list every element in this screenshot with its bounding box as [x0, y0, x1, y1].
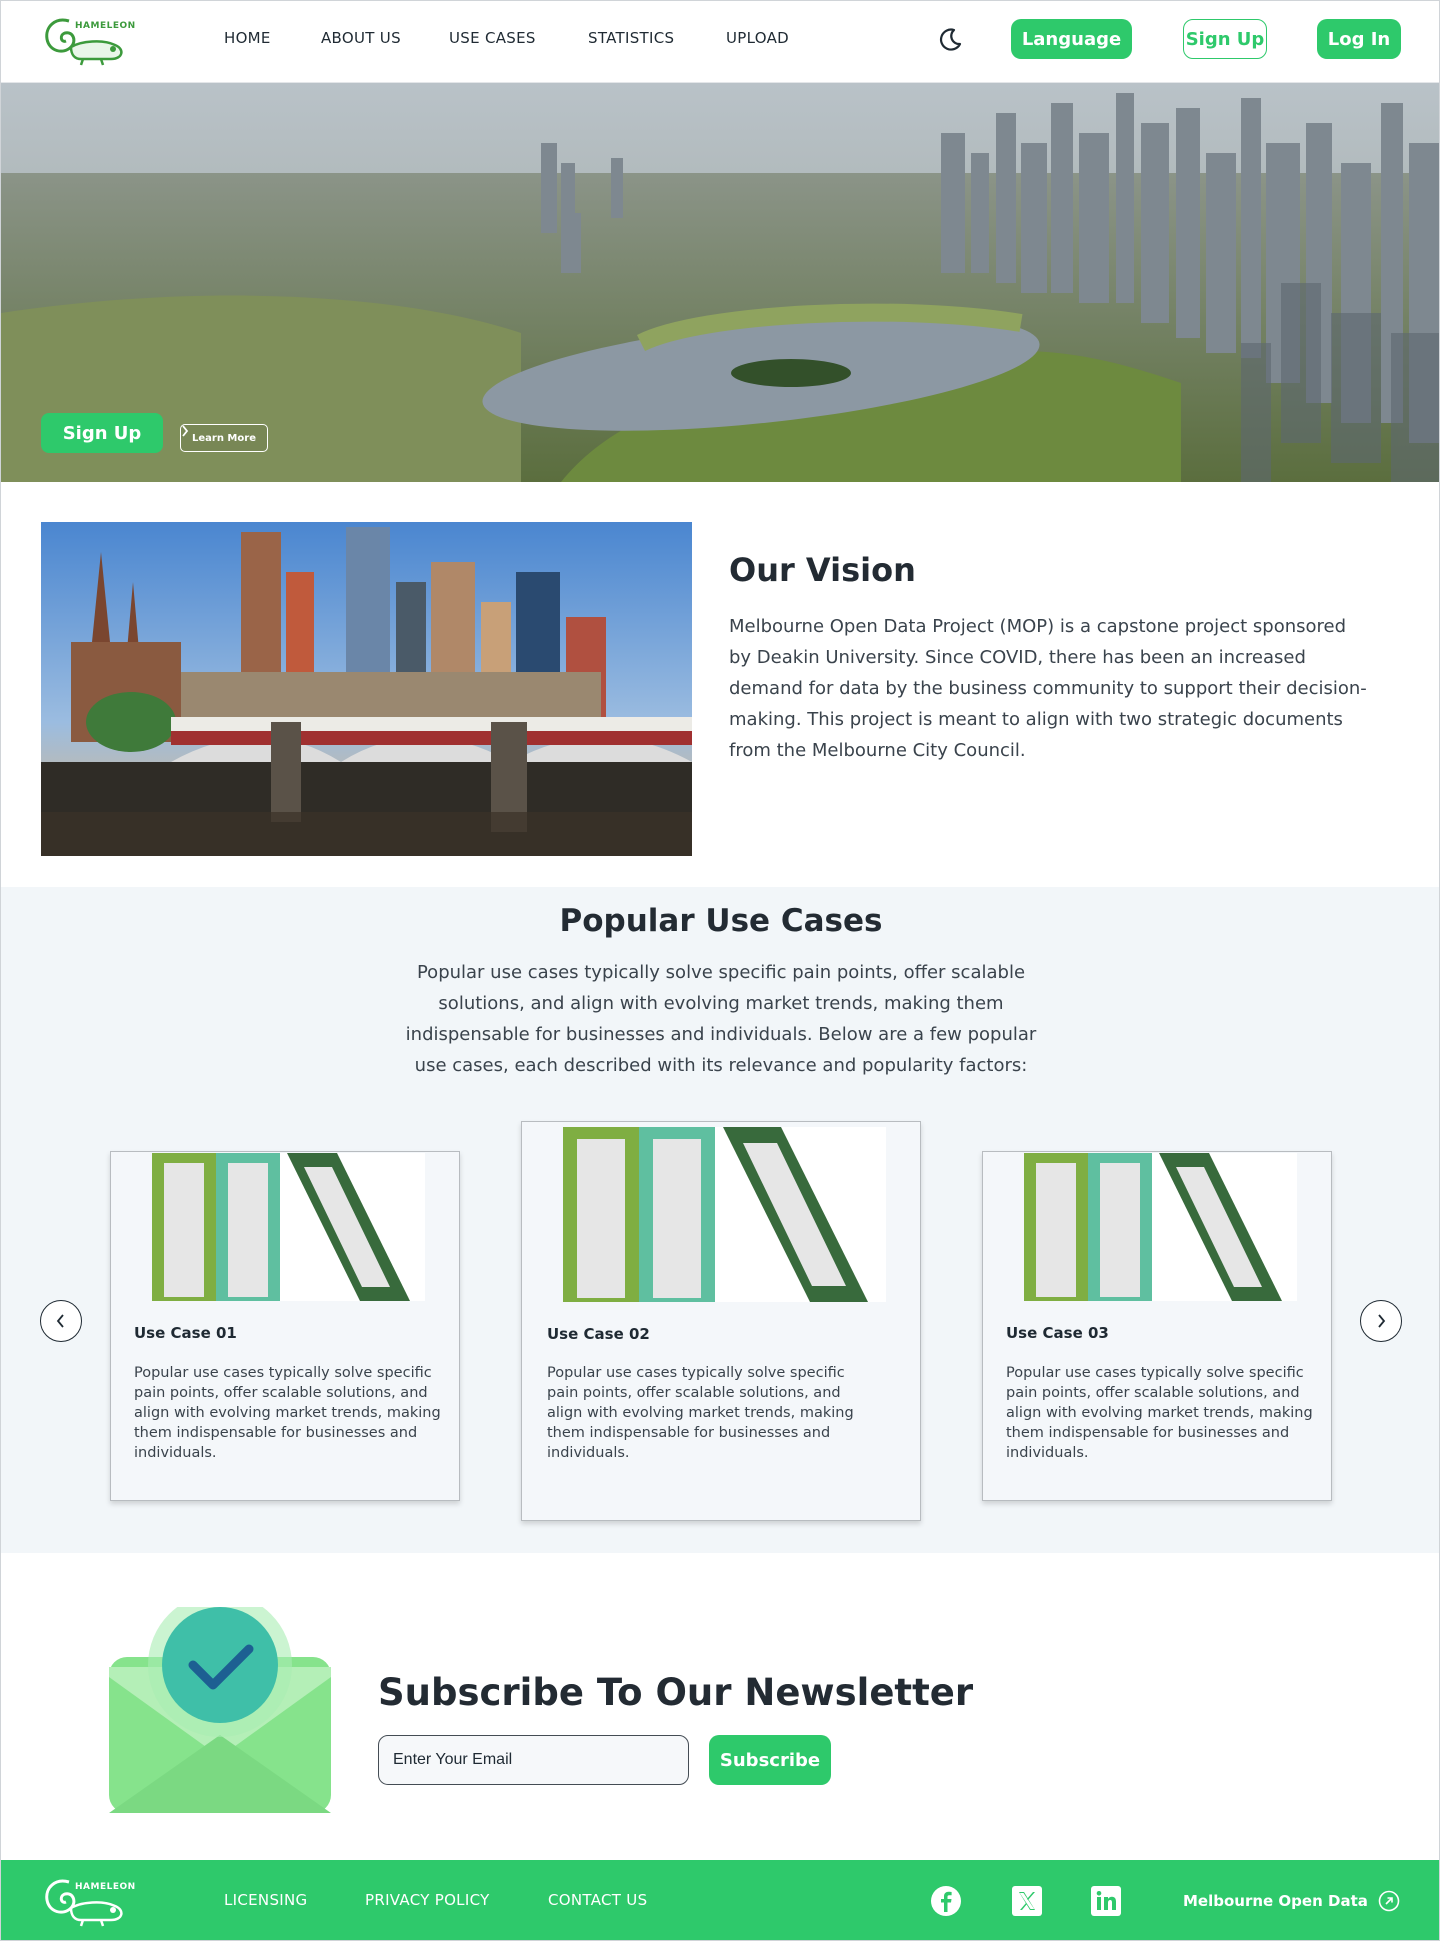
- footer-licensing-link[interactable]: LICENSING: [224, 1891, 307, 1909]
- login-button[interactable]: Log In: [1317, 19, 1401, 59]
- linkedin-link[interactable]: [1090, 1885, 1122, 1917]
- linkedin-icon: [1091, 1886, 1121, 1916]
- footer-logo-text: HAMELEON: [75, 1882, 136, 1892]
- logo-text: HAMELEON: [75, 21, 136, 31]
- use-case-card-1[interactable]: Use Case 01 Popular use cases typically …: [110, 1151, 460, 1501]
- moon-icon: [939, 28, 962, 51]
- melbourne-bridge-image: [41, 522, 692, 856]
- use-case-text: Popular use cases typically solve specif…: [547, 1365, 854, 1461]
- footer-logo[interactable]: HAMELEON: [41, 1872, 137, 1928]
- nav-about-us[interactable]: ABOUT US: [321, 29, 401, 47]
- external-link-icon: [1378, 1890, 1400, 1912]
- vision-title: Our Vision: [729, 551, 916, 589]
- hero-banner: Sign Up Learn More: [1, 83, 1439, 482]
- newsletter-title: Subscribe To Our Newsletter: [378, 1671, 974, 1714]
- melbourne-open-data-link[interactable]: Melbourne Open Data: [1183, 1890, 1400, 1912]
- learn-more-button[interactable]: Learn More: [180, 424, 268, 452]
- hero-signup-button[interactable]: Sign Up: [41, 413, 163, 453]
- use-case-graphic: [563, 1127, 868, 1302]
- language-button[interactable]: Language: [1011, 19, 1132, 59]
- site-logo[interactable]: HAMELEON: [41, 11, 137, 67]
- use-case-card-2[interactable]: Use Case 02 Popular use cases typically …: [521, 1121, 921, 1521]
- facebook-icon: [931, 1886, 961, 1916]
- use-case-title: Use Case 02: [547, 1325, 650, 1343]
- use-case-title: Use Case 01: [134, 1324, 237, 1342]
- newsletter-envelope-icon: [109, 1593, 331, 1813]
- chevron-right-icon: [182, 425, 189, 437]
- theme-toggle[interactable]: [937, 27, 963, 53]
- use-case-graphic: [152, 1153, 410, 1301]
- use-cases-section: Popular Use Cases Popular use cases typi…: [1, 887, 1439, 1553]
- use-case-text: Popular use cases typically solve specif…: [134, 1365, 441, 1461]
- site-header: HAMELEON HOME ABOUT US USE CASES STATIST…: [1, 1, 1439, 83]
- chameleon-logo-icon: [45, 18, 123, 66]
- nav-use-cases[interactable]: USE CASES: [449, 29, 536, 47]
- use-case-image: [563, 1127, 886, 1302]
- chameleon-logo-icon: [45, 1879, 123, 1927]
- carousel-next-button[interactable]: [1360, 1300, 1402, 1342]
- nav-statistics[interactable]: STATISTICS: [588, 29, 674, 47]
- site-footer: HAMELEON LICENSING PRIVACY POLICY CONTAC…: [1, 1860, 1439, 1940]
- use-cases-description: Popular use cases typically solve specif…: [405, 962, 1037, 1076]
- mop-label: Melbourne Open Data: [1183, 1892, 1368, 1910]
- vision-text: Melbourne Open Data Project (MOP) is a c…: [729, 616, 1367, 761]
- footer-contact-link[interactable]: CONTACT US: [548, 1891, 647, 1909]
- nav-upload[interactable]: UPLOAD: [726, 29, 789, 47]
- use-case-card-3[interactable]: Use Case 03 Popular use cases typically …: [982, 1151, 1332, 1501]
- chevron-left-icon: [56, 1314, 64, 1328]
- use-cases-title: Popular Use Cases: [559, 903, 883, 939]
- use-case-title: Use Case 03: [1006, 1324, 1109, 1342]
- x-link[interactable]: [1011, 1885, 1043, 1917]
- x-icon: [1012, 1886, 1042, 1916]
- use-case-text: Popular use cases typically solve specif…: [1006, 1365, 1313, 1461]
- use-case-image: [152, 1153, 425, 1301]
- vision-image: [41, 522, 692, 856]
- use-case-image: [1024, 1153, 1297, 1301]
- use-case-graphic: [1024, 1153, 1282, 1301]
- header-signup-button[interactable]: Sign Up: [1183, 19, 1267, 59]
- city-aerial-image: [1, 83, 1439, 482]
- footer-privacy-link[interactable]: PRIVACY POLICY: [365, 1891, 490, 1909]
- carousel-prev-button[interactable]: [40, 1300, 82, 1342]
- page: HAMELEON HOME ABOUT US USE CASES STATIST…: [0, 0, 1440, 1941]
- chevron-right-icon: [1378, 1314, 1386, 1328]
- subscribe-button[interactable]: Subscribe: [709, 1735, 831, 1785]
- learn-more-label: Learn More: [192, 432, 256, 444]
- facebook-link[interactable]: [930, 1885, 962, 1917]
- newsletter-email-input[interactable]: [378, 1735, 689, 1785]
- nav-home[interactable]: HOME: [224, 29, 271, 47]
- check-envelope-icon: [109, 1593, 331, 1813]
